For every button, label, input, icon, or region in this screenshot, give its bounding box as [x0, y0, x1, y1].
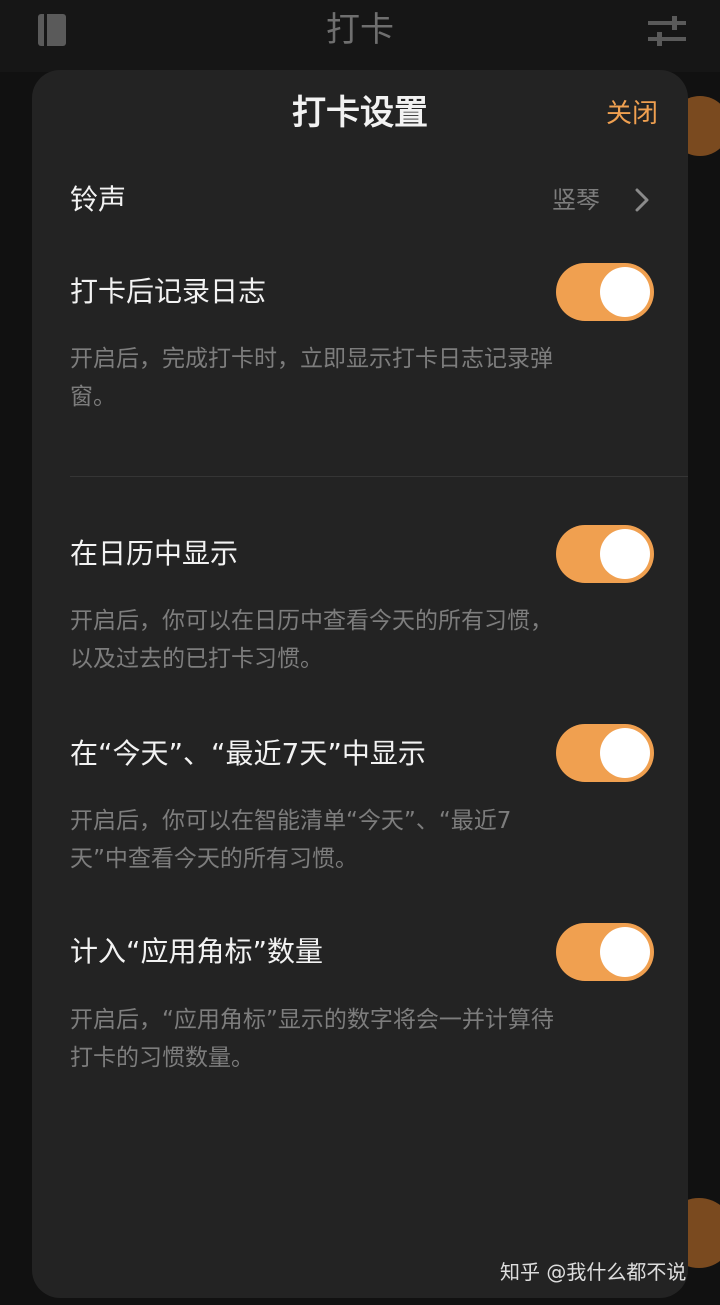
setting-label-show-in-calendar: 在日历中显示 [70, 537, 239, 570]
toggle-knob [600, 927, 650, 977]
setting-desc-show-in-today-7days: 开启后，你可以在智能清单“今天”、“最近7 天”中查看今天的所有习惯。 [70, 802, 630, 878]
desc-line: 打卡的习惯数量。 [70, 1045, 254, 1071]
background-title: 打卡 [326, 10, 394, 50]
desc-line: 开启后，你可以在日历中查看今天的所有习惯， [70, 608, 553, 634]
setting-label-show-in-today-7days: 在“今天”、“最近7天”中显示 [70, 737, 426, 770]
toggle-log-after-checkin[interactable] [556, 263, 654, 321]
screen: 打卡 打卡设置 关闭 铃声 竖琴 打卡后记录日志 开启后，完成打卡时，立即显示打… [0, 0, 720, 1305]
ringtone-label[interactable]: 铃声 [70, 180, 126, 220]
toggle-knob [600, 267, 650, 317]
desc-line: 开启后，完成打卡时，立即显示打卡日志记录弹 [70, 346, 553, 372]
section-divider [70, 476, 688, 477]
ringtone-value[interactable]: 竖琴 [552, 182, 600, 218]
desc-line: 窗。 [70, 384, 116, 410]
toggle-app-badge-count[interactable] [556, 923, 654, 981]
desc-line: 天”中查看今天的所有习惯。 [70, 846, 358, 872]
toggle-knob [600, 728, 650, 778]
desc-line: 开启后，“应用角标”显示的数字将会一并计算待 [70, 1007, 554, 1033]
setting-label-app-badge-count: 计入“应用角标”数量 [70, 935, 324, 968]
sheet-title: 打卡设置 [292, 93, 428, 133]
setting-desc-app-badge-count: 开启后，“应用角标”显示的数字将会一并计算待 打卡的习惯数量。 [70, 1001, 630, 1077]
setting-desc-log-after-checkin: 开启后，完成打卡时，立即显示打卡日志记录弹 窗。 [70, 340, 630, 416]
setting-label-log-after-checkin: 打卡后记录日志 [70, 275, 267, 308]
checkin-settings-sheet: 打卡设置 关闭 铃声 竖琴 打卡后记录日志 开启后，完成打卡时，立即显示打卡日志… [32, 70, 688, 1298]
desc-line: 开启后，你可以在智能清单“今天”、“最近7 [70, 808, 512, 834]
close-button[interactable]: 关闭 [606, 94, 658, 134]
setting-desc-show-in-calendar: 开启后，你可以在日历中查看今天的所有习惯， 以及过去的已打卡习惯。 [70, 602, 630, 678]
desc-line: 以及过去的已打卡习惯。 [70, 646, 323, 672]
toggle-show-in-calendar[interactable] [556, 525, 654, 583]
toggle-show-in-today-7days[interactable] [556, 724, 654, 782]
sliders-icon [648, 16, 686, 46]
chevron-right-icon[interactable] [632, 186, 652, 214]
watermark: 知乎 @我什么都不说 [500, 1260, 687, 1284]
toggle-knob [600, 529, 650, 579]
